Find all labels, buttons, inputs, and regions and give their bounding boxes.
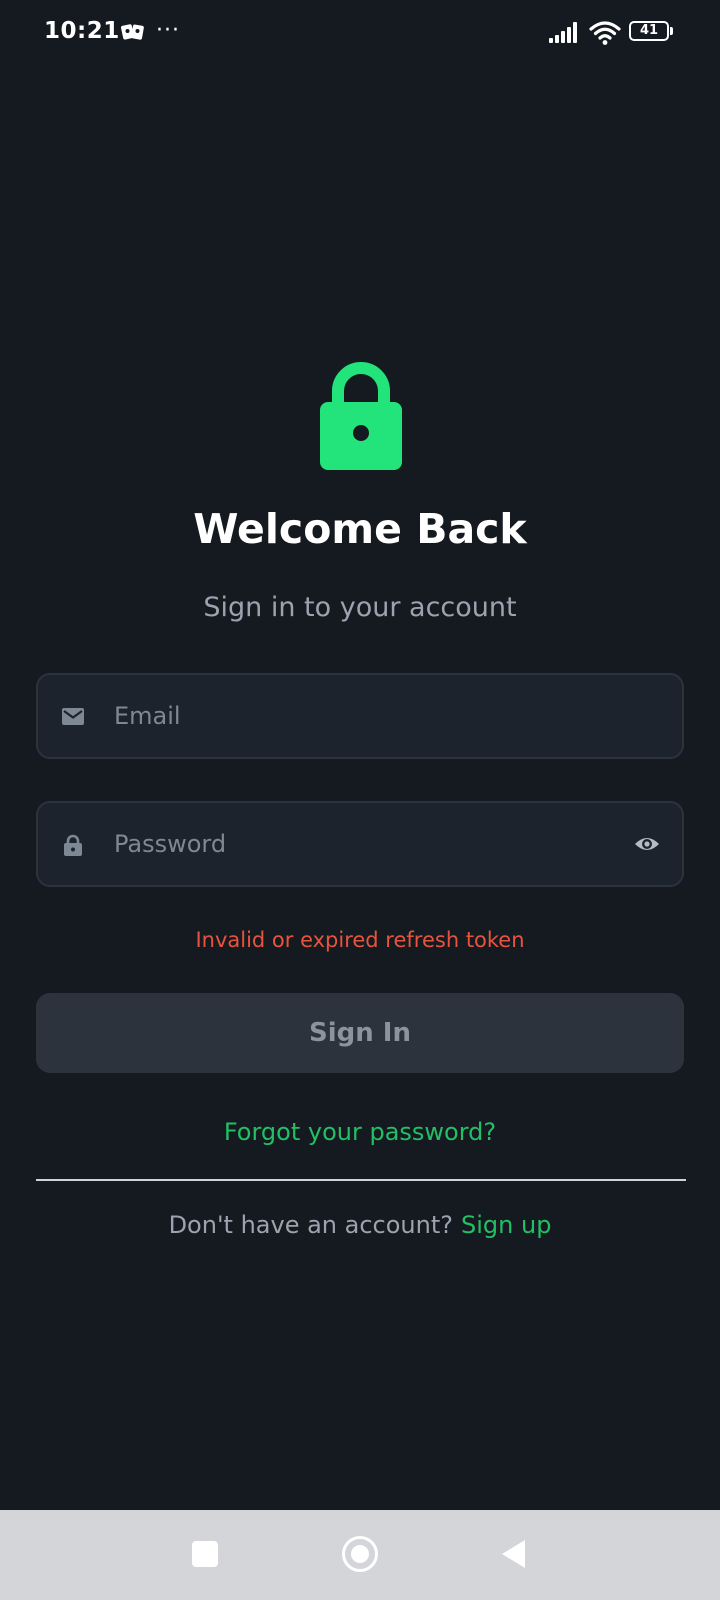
email-field[interactable] bbox=[36, 673, 684, 759]
home-circle-icon[interactable] bbox=[342, 1536, 378, 1572]
error-message: Invalid or expired refresh token bbox=[195, 928, 525, 952]
lock-icon bbox=[320, 358, 402, 470]
status-bar: 10:21 ··· 41 bbox=[0, 0, 720, 66]
sign-in-button[interactable]: Sign In bbox=[36, 993, 684, 1073]
password-field[interactable] bbox=[36, 801, 684, 887]
signal-icon bbox=[549, 21, 581, 43]
eye-icon[interactable] bbox=[634, 833, 660, 855]
recent-apps-square-icon[interactable] bbox=[192, 1541, 218, 1567]
navigation-bar bbox=[0, 1510, 720, 1600]
sign-up-link[interactable]: Sign up bbox=[461, 1211, 551, 1239]
battery-icon: 41 bbox=[629, 21, 675, 43]
lock-icon bbox=[62, 834, 84, 856]
mail-icon bbox=[62, 706, 84, 728]
battery-level: 41 bbox=[639, 23, 659, 38]
status-time: 10:21 bbox=[44, 18, 120, 44]
page-title: Welcome Back bbox=[193, 505, 527, 553]
back-triangle-icon[interactable] bbox=[500, 1539, 526, 1569]
password-input[interactable] bbox=[114, 803, 594, 885]
signup-prompt: Don't have an account? bbox=[168, 1211, 453, 1239]
signup-row: Don't have an account? Sign up bbox=[0, 1211, 720, 1239]
forgot-password-link[interactable]: Forgot your password? bbox=[0, 1118, 720, 1146]
wifi-icon bbox=[589, 20, 621, 46]
more-notifications-icon: ··· bbox=[156, 18, 180, 43]
page-subtitle: Sign in to your account bbox=[203, 592, 517, 623]
notification-icon bbox=[121, 22, 145, 42]
email-input[interactable] bbox=[114, 675, 594, 757]
divider bbox=[36, 1179, 686, 1181]
